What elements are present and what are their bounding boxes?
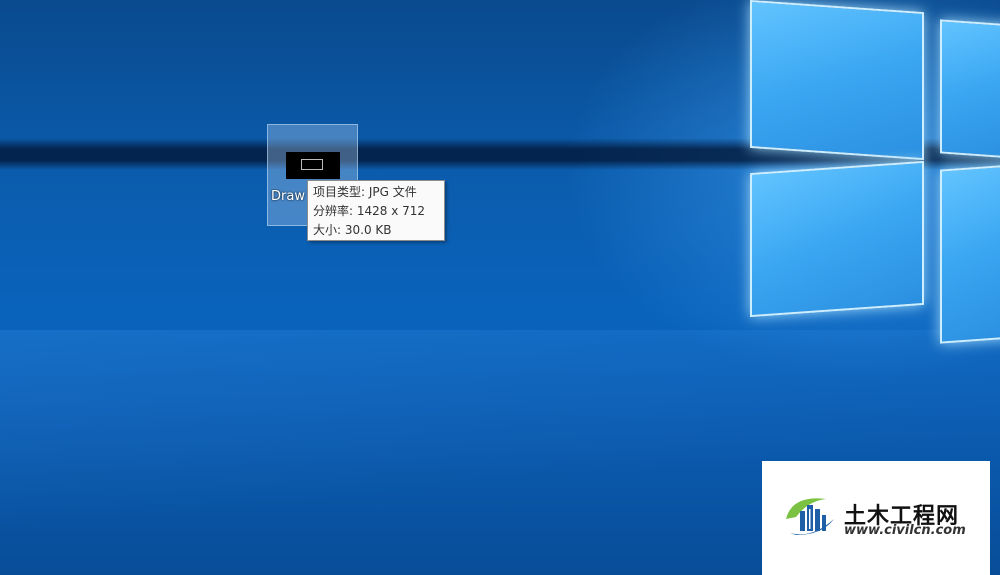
logo-pane-top-right — [940, 19, 1000, 159]
file-info-tooltip: 项目类型: JPG 文件 分辨率: 1428 x 712 大小: 30.0 KB — [307, 180, 445, 241]
watermark-url: www.civilcn.com — [844, 523, 966, 538]
logo-pane-top-left — [750, 0, 924, 161]
logo-pane-bottom-left — [750, 160, 924, 318]
logo-pane-bottom-right — [940, 164, 1000, 344]
tooltip-resolution: 分辨率: 1428 x 712 — [313, 204, 426, 218]
jpg-file-thumbnail-icon — [286, 152, 340, 179]
tooltip-item-type: 项目类型: JPG 文件 — [313, 185, 417, 199]
windows-logo-wallpaper — [700, 0, 1000, 360]
desktop[interactable]: Draw 项目类型: JPG 文件 分辨率: 1428 x 712 大小: 30… — [0, 0, 1000, 575]
civilcn-logo-icon — [786, 498, 834, 535]
tooltip-file-size: 大小: 30.0 KB — [313, 223, 392, 237]
thumbnail-rectangle — [301, 159, 323, 170]
site-watermark: 土木工程网 www.civilcn.com — [762, 461, 990, 575]
